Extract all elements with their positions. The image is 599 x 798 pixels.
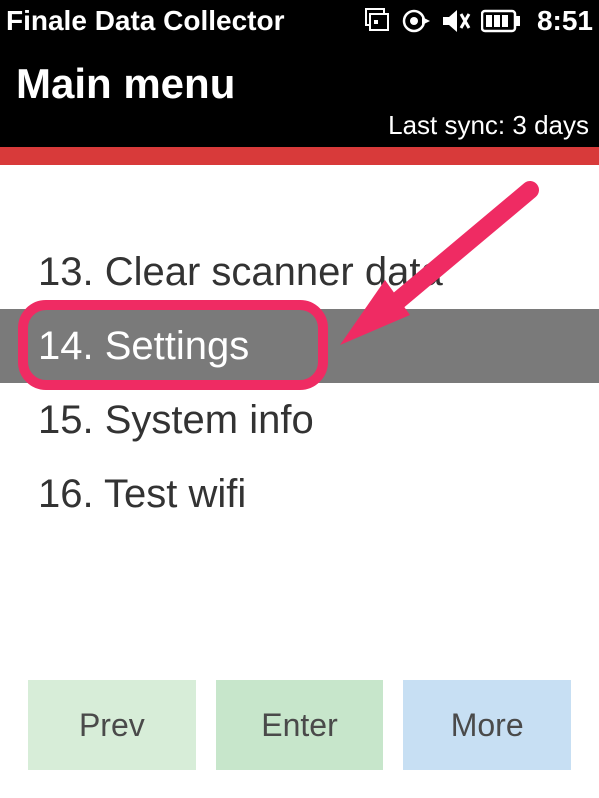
menu-item-settings[interactable]: 14. Settings (0, 309, 599, 383)
menu-item-system-info[interactable]: 15. System info (0, 383, 599, 457)
header: Main menu Last sync: 3 days (0, 42, 599, 147)
last-sync-label: Last sync: 3 days (388, 110, 589, 141)
battery-icon (481, 9, 521, 33)
menu-item-clear-scanner-data[interactable]: 13. Clear scanner data (0, 235, 599, 309)
prev-button[interactable]: Prev (28, 680, 196, 770)
sync-icon (401, 7, 431, 35)
menu-item-number: 15. (38, 398, 94, 442)
main-menu: 13. Clear scanner data 14. Settings 15. … (0, 165, 599, 531)
menu-item-number: 14. (38, 324, 94, 368)
menu-item-label: Settings (105, 324, 250, 368)
page-title: Main menu (16, 60, 583, 108)
status-bar: Finale Data Collector (0, 0, 599, 42)
enter-button[interactable]: Enter (216, 680, 384, 770)
status-icons: 8:51 (363, 5, 593, 37)
menu-item-number: 13. (38, 250, 94, 294)
accent-bar (0, 147, 599, 165)
menu-item-number: 16. (38, 472, 94, 516)
app-title: Finale Data Collector (6, 5, 363, 37)
windows-icon (363, 8, 391, 34)
menu-item-label: Clear scanner data (105, 250, 443, 294)
menu-item-label: System info (105, 398, 314, 442)
menu-item-test-wifi[interactable]: 16. Test wifi (0, 457, 599, 531)
clock: 8:51 (537, 5, 593, 37)
menu-item-label: Test wifi (104, 472, 246, 516)
more-button[interactable]: More (403, 680, 571, 770)
footer-buttons: Prev Enter More (0, 680, 599, 770)
volume-icon (441, 7, 471, 35)
